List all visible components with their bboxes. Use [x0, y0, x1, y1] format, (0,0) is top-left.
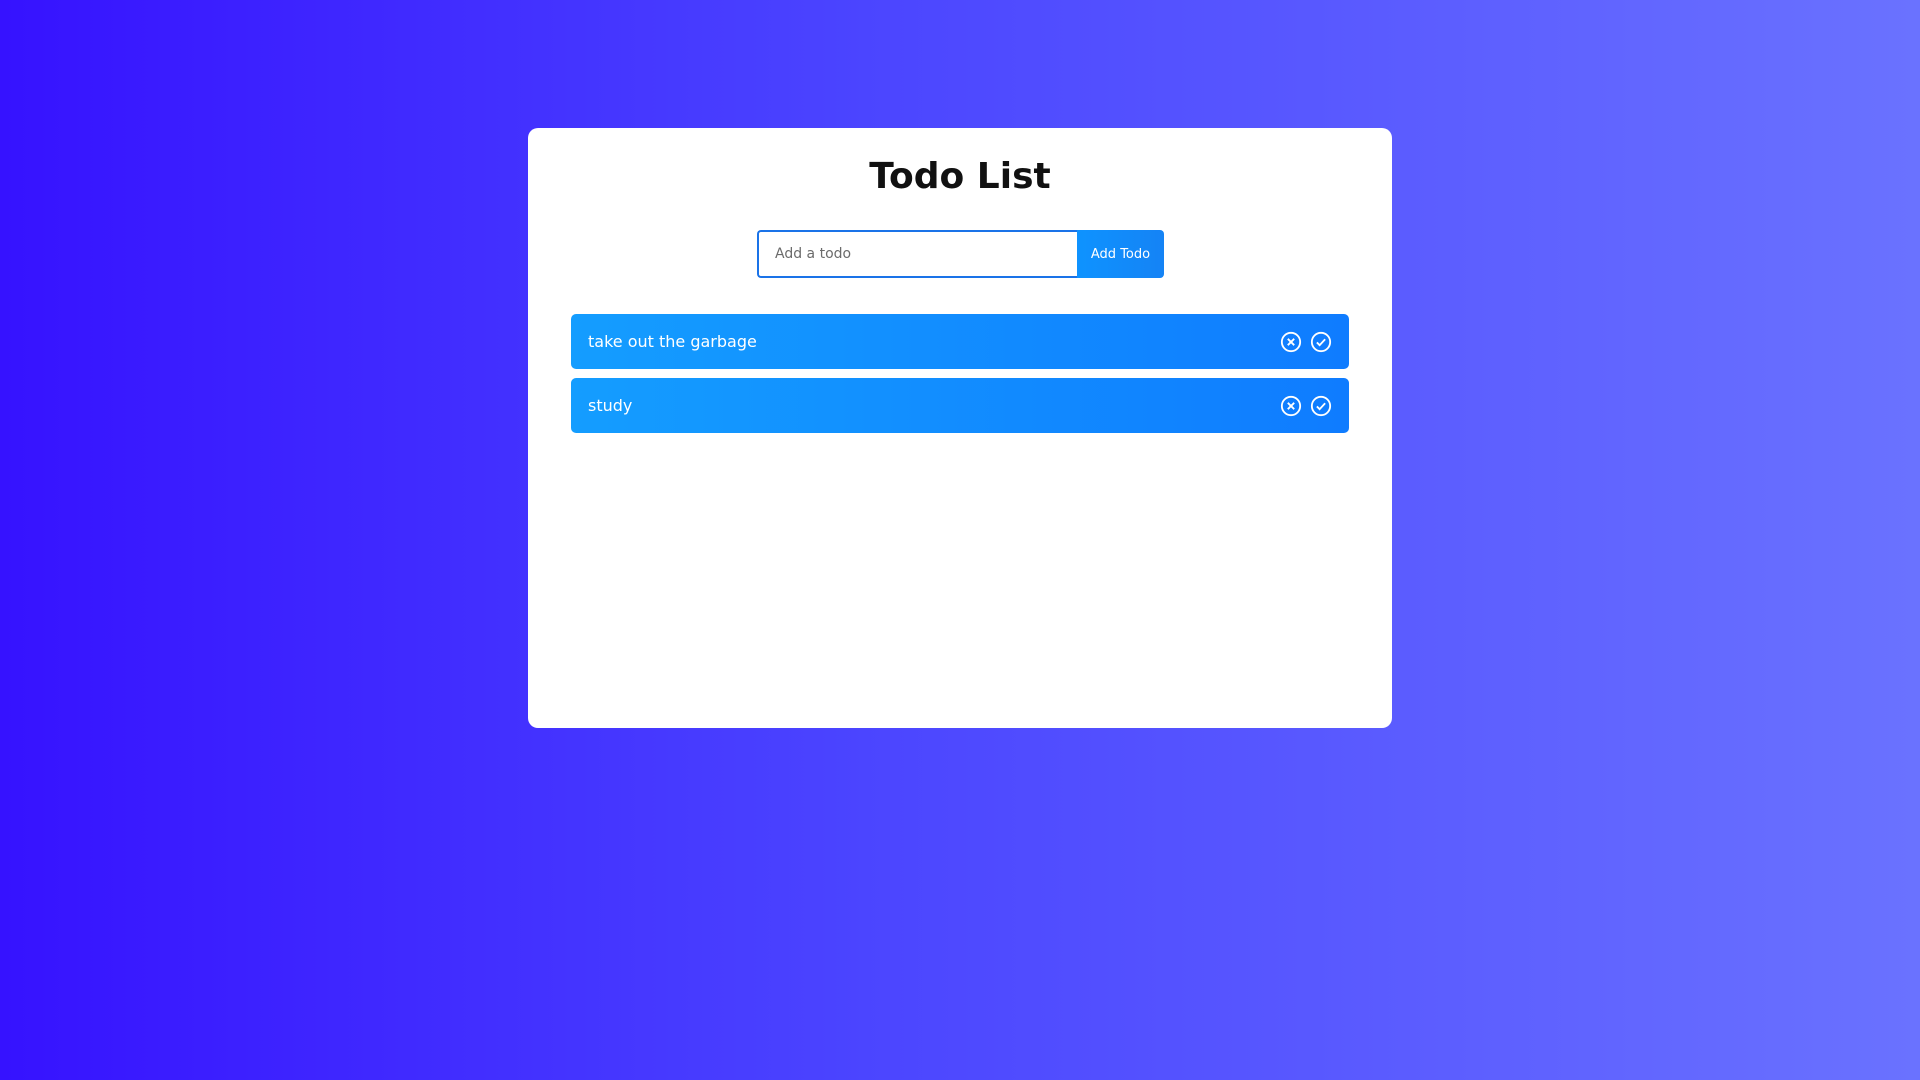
- todo-item: study: [571, 378, 1349, 433]
- todo-item-text: take out the garbage: [588, 332, 757, 351]
- todo-item-actions: [1280, 395, 1332, 417]
- todo-item-actions: [1280, 331, 1332, 353]
- todo-item: take out the garbage: [571, 314, 1349, 369]
- page-title: Todo List: [869, 156, 1051, 197]
- check-circle-icon[interactable]: [1310, 395, 1332, 417]
- close-circle-icon[interactable]: [1280, 331, 1302, 353]
- add-todo-button[interactable]: Add Todo: [1077, 230, 1164, 278]
- todo-item-text: study: [588, 396, 633, 415]
- todo-card: Todo List Add Todo take out the garbage: [528, 128, 1392, 728]
- close-circle-icon[interactable]: [1280, 395, 1302, 417]
- check-circle-icon[interactable]: [1310, 331, 1332, 353]
- add-todo-form: Add Todo: [757, 230, 1164, 278]
- todo-input[interactable]: [757, 230, 1077, 278]
- todo-list: take out the garbage study: [571, 314, 1349, 442]
